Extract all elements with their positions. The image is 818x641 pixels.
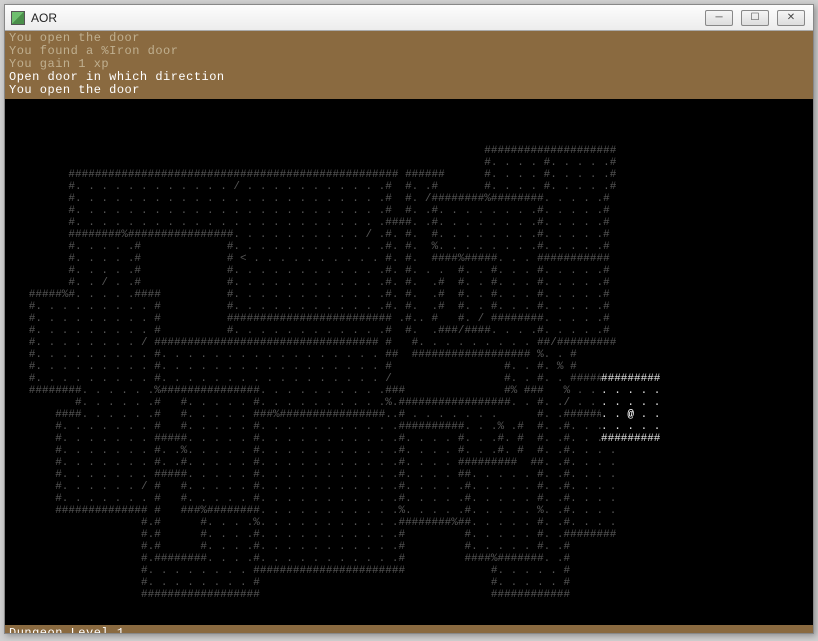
map-row: #####%#. . . . .#### #. . . . . . . . . … (9, 289, 809, 301)
map-row: #################### (9, 145, 809, 157)
map-row: #. . . . . . . . . . . . . . . . . . . .… (9, 217, 809, 229)
map-row: #. . . . . . . . . # #. . . . . . . . . … (9, 325, 809, 337)
map-row: #. . . . . . . #####. . . . . #. . . . .… (9, 469, 809, 481)
lit-row: . . . . . (601, 397, 660, 409)
map-row: #.# #. . . .#. . . . . . . . . . .# #. .… (9, 541, 809, 553)
map-row: #. . . . . . . . #######################… (9, 565, 809, 577)
map-row: #. . . . . . . #. .#. . . . . #. . . . .… (9, 457, 809, 469)
lit-room: #########. . . . .. . . . .. . @ . .. . … (601, 373, 660, 445)
map-row: #. . . . . . . . . . . . . . . . . . . .… (9, 205, 809, 217)
window-title: AOR (31, 11, 697, 25)
window-chrome: AOR ─ ☐ ✕ You open the door You found a %… (4, 4, 814, 634)
map-row: #. . . . . . . . . #. . . . . . . . . . … (9, 349, 809, 361)
game-viewport[interactable]: You open the doorYou found a %Iron doorY… (5, 31, 813, 633)
map-row: #. . . . .# #. . . . . . . . . . . .#. #… (9, 241, 809, 253)
map-row: #. . . . #. . . . .# (9, 157, 809, 169)
map-row: #. . . . . . . . . # #. . . . . . . . . … (9, 301, 809, 313)
lit-row: . . @ . . (601, 409, 660, 421)
dungeon-map: #################### #. . . . #. . . . .… (5, 99, 813, 625)
map-row: #. . . . . . . #. .%. . . . . #. . . . .… (9, 445, 809, 457)
map-row: #. . . . . . / # #. . . . . #. . . . . .… (9, 481, 809, 493)
close-button[interactable]: ✕ (777, 10, 805, 26)
dungeon-level-label: Dungeon Level (9, 626, 109, 633)
lit-row: ######### (601, 433, 660, 445)
map-row: #. . . . . . . # #. . . . . #. . . . . .… (9, 493, 809, 505)
player-glyph: @ (627, 409, 634, 421)
map-row: #. . / . .# #. . . . . . . . . . . .#. #… (9, 277, 809, 289)
map-row: #. . . . . .# #. . . . . #. . . . . . . … (9, 397, 809, 409)
titlebar[interactable]: AOR ─ ☐ ✕ (5, 5, 813, 31)
map-row: ########%################. . . . . . . .… (9, 229, 809, 241)
map-row: ########################################… (9, 169, 809, 181)
map-row: #. . . . . . . . . # ###################… (9, 313, 809, 325)
message-line: You open the door (9, 84, 809, 97)
map-row: #. . . . . . . . . #. . . . . . . . . . … (9, 373, 809, 385)
map-row: #.# #. . . .#. . . . . . . . . . .# #. .… (9, 529, 809, 541)
map-row: #. . . . .# #. . . . . . . . . . . .#. #… (9, 265, 809, 277)
map-row: ########. . . . . .%###############. . .… (9, 385, 809, 397)
minimize-button[interactable]: ─ (705, 10, 733, 26)
map-row: #. . . . .# # < . . . . . . . . . . #. #… (9, 253, 809, 265)
lit-row: . . . . . (601, 385, 660, 397)
map-row: #.# #. . . .%. . . . . . . . . . .######… (9, 517, 809, 529)
map-row: #. . . . . . . # #. . . . . #. . . . . .… (9, 421, 809, 433)
map-row: #. . . . . . . . . #. . . . . . . . . . … (9, 361, 809, 373)
app-icon (11, 11, 25, 25)
map-row: #. . . . . . . . / #####################… (9, 337, 809, 349)
dungeon-level-value: 1 (117, 626, 125, 633)
map-row: ####. . . . . .# #. . . . . ###%########… (9, 409, 809, 421)
lit-row: . . . . . (601, 421, 660, 433)
map-row: ################## ############ (9, 589, 809, 601)
maximize-button[interactable]: ☐ (741, 10, 769, 26)
map-row: ############## # ###%########. . . . . .… (9, 505, 809, 517)
map-row: #.########. . . .#. . . . . . . . . . .#… (9, 553, 809, 565)
map-row: #. . . . . . . . . . . . . . . . . . . .… (9, 193, 809, 205)
message-log: You open the doorYou found a %Iron doorY… (5, 31, 813, 99)
message-line: You found a %Iron door (9, 45, 809, 58)
status-bar: Dungeon Level 1 Name: test STR: 16 bonus… (5, 625, 813, 633)
map-row: #. . . . . . . #####. . . . . #. . . . .… (9, 433, 809, 445)
map-row: #. . . . . . . . . . . . / . . . . . . .… (9, 181, 809, 193)
map-row: #. . . . . . . . # #. . . . . # (9, 577, 809, 589)
lit-row: ######### (601, 373, 660, 385)
